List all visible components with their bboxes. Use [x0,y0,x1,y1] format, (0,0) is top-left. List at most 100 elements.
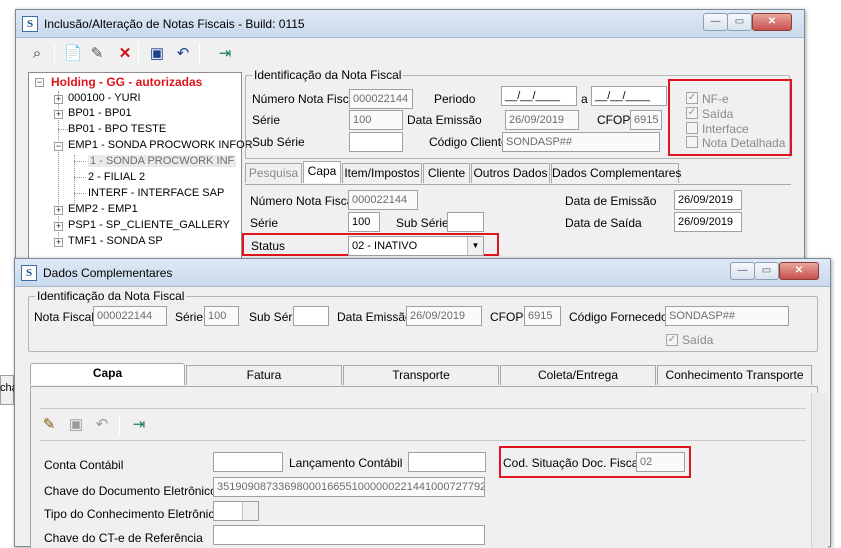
dialog-maximize-button[interactable]: ▭ [754,262,779,280]
toolbar-separator [138,43,139,65]
tipo-dropdown-arrow-icon[interactable] [242,502,258,520]
lancamento-contabil-field[interactable] [408,452,486,472]
dlg-nota-label: Nota Fiscal [34,310,95,324]
dlg-save-icon[interactable]: ▣ [65,414,87,436]
tree-item[interactable]: EMP1 - SONDA PROCWORK INFOR [68,139,253,151]
toolbar-separator [199,43,200,65]
dlg-tab-conhecimento-transporte[interactable]: Conhecimento Transporte [657,365,812,385]
numero-nota-field[interactable]: 000022144 [349,89,413,109]
tree-item[interactable]: PSP1 - SP_CLIENTE_GALLERY [68,219,230,231]
tree-item[interactable]: TMF1 - SONDA SP [68,235,163,247]
tree-root[interactable]: Holding - GG - autorizadas [51,75,202,89]
tree-line [74,177,86,178]
chave-documento-field[interactable]: 3519090873369800016655100000022144100072… [213,477,485,497]
dlg-undo-icon[interactable]: ↶ [91,414,113,436]
dlg-data-emissao-field[interactable]: 26/09/2019 [406,306,482,326]
chave-cte-field[interactable] [213,525,485,545]
saida-label: Saída [702,107,734,121]
capa-sub-serie-field[interactable] [447,212,484,232]
tab-dados-complementares[interactable]: Dados Complementares [551,163,681,183]
dlg-tab-transporte[interactable]: Transporte [343,365,499,385]
tree-item[interactable]: INTERF - INTERFACE SAP [88,187,224,199]
periodo-from-field[interactable]: __/__/____ [501,86,577,106]
tree-collapse-icon[interactable]: − [54,142,63,151]
company-tree[interactable]: − Holding - GG - autorizadas + 000100 - … [28,72,253,270]
capa-numero-field[interactable]: 000022144 [348,190,418,210]
periodo-label: Periodo [434,92,476,106]
search-binoculars-icon[interactable]: ⌕ [26,43,48,65]
undo-icon[interactable]: ↶ [172,43,194,65]
lancamento-contabil-label: Lançamento Contábil [289,456,403,470]
tree-item-selected[interactable]: 1 - SONDA PROCWORK INF [88,155,237,167]
exit-icon[interactable]: ⇥ [214,43,236,65]
tree-expand-icon[interactable]: + [54,238,63,247]
edit-icon[interactable]: ✎ [86,43,108,65]
sub-serie-field[interactable] [349,132,403,152]
dlg-edit-icon[interactable]: ✎ [38,414,60,436]
interface-checkbox[interactable] [686,122,698,134]
tree-expand-icon[interactable]: + [54,222,63,231]
nota-detalhada-checkbox[interactable] [686,136,698,148]
capa-data-saida-field[interactable]: 26/09/2019 [674,212,742,232]
tree-item[interactable]: BP01 - BPO TESTE [68,123,166,135]
tree-collapse-icon[interactable]: − [35,78,44,87]
conta-contabil-field[interactable] [213,452,283,472]
delete-icon[interactable]: ✕ [114,43,136,65]
dlg-nota-field[interactable]: 000022144 [93,306,167,326]
serie-field[interactable]: 100 [349,110,403,130]
dlg-serie-field[interactable]: 100 [204,306,239,326]
tab-outros-dados[interactable]: Outros Dados [471,163,550,183]
dialog-close-button[interactable]: ✕ [779,262,819,280]
saida-checkbox[interactable]: ✓ [686,107,698,119]
tree-expand-icon[interactable]: + [54,95,63,104]
interface-label: Interface [702,122,749,136]
dlg-tab-fatura[interactable]: Fatura [186,365,342,385]
dlg-vertical-scrollbar[interactable] [811,393,828,548]
tree-expand-icon[interactable]: + [54,110,63,119]
tree-line [74,161,86,162]
new-document-icon[interactable]: 📄 [62,43,84,65]
tab-cliente[interactable]: Cliente [423,163,470,183]
tree-expand-icon[interactable]: + [54,206,63,215]
dlg-toolbar-separator [119,414,120,436]
cod-situacao-field[interactable]: 02 [636,452,685,472]
nfe-checkbox[interactable]: ✓ [686,92,698,104]
nfe-label: NF-e [702,92,729,106]
data-emissao-label: Data Emissão [407,113,482,127]
dialog-minimize-button[interactable]: — [730,262,755,280]
dlg-exit-icon[interactable]: ⇥ [128,414,150,436]
dlg-tab-capa[interactable]: Capa [30,363,185,385]
tab-item-impostos[interactable]: Item/Impostos [342,163,422,183]
data-emissao-field[interactable]: 26/09/2019 [505,110,579,130]
dlg-saida-label: Saída [682,333,714,347]
periodo-to-field[interactable]: __/__/____ [591,86,667,106]
minimize-button[interactable]: — [703,13,728,31]
conta-contabil-label: Conta Contábil [44,458,124,472]
status-select[interactable]: 02 - INATIVO [348,236,484,256]
dlg-serie-label: Série [175,310,204,324]
dados-complementares-dialog: S Dados Complementares — ▭ ✕ Identificaç… [14,258,831,548]
save-icon[interactable]: ▣ [146,43,168,65]
tree-item[interactable]: 000100 - YURI [68,92,141,104]
dlg-fornecedor-field[interactable]: SONDASP## [665,306,789,326]
tree-item[interactable]: 2 - FILIAL 2 [88,171,145,183]
main-ident-legend: Identificação da Nota Fiscal [252,68,404,82]
tab-pesquisa[interactable]: Pesquisa [245,163,302,183]
capa-data-emissao-field[interactable]: 26/09/2019 [674,190,742,210]
sub-serie-label: Sub Série [252,135,305,149]
close-button[interactable]: ✕ [752,13,792,31]
capa-serie-field[interactable]: 100 [348,212,380,232]
maximize-button[interactable]: ▭ [727,13,752,31]
cfop-field[interactable]: 6915 [630,110,662,130]
dlg-tab-coleta-entrega[interactable]: Coleta/Entrega [500,365,656,385]
codigo-cliente-field[interactable]: SONDASP## [502,132,660,152]
status-dropdown-arrow-icon[interactable]: ▼ [467,237,483,255]
tree-item[interactable]: EMP2 - EMP1 [68,203,138,215]
capa-sub-serie-label: Sub Série [396,216,449,230]
dlg-sub-serie-field[interactable] [293,306,329,326]
dlg-toolbar-line [40,440,806,441]
tree-item[interactable]: BP01 - BP01 [68,107,132,119]
tab-capa[interactable]: Capa [303,161,341,183]
dlg-saida-checkbox[interactable]: ✓ [666,334,678,346]
dlg-cfop-field[interactable]: 6915 [524,306,561,326]
